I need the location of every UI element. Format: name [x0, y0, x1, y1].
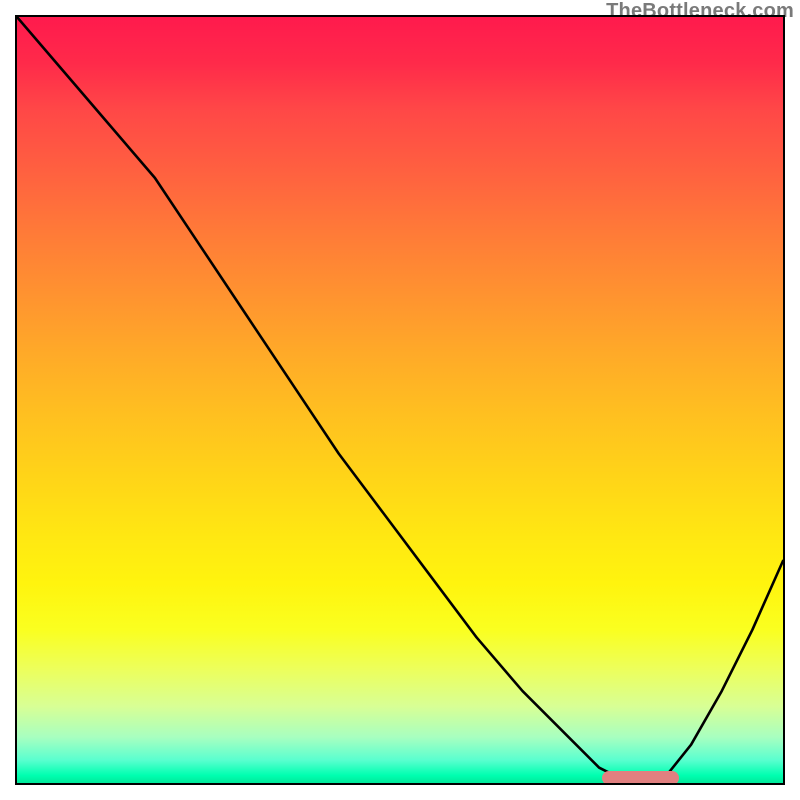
- curve-svg: [17, 17, 783, 783]
- bottleneck-curve: [17, 17, 783, 783]
- optimal-range-marker: [602, 771, 679, 785]
- plot-area: [15, 15, 785, 785]
- chart-container: TheBottleneck.com: [0, 0, 800, 800]
